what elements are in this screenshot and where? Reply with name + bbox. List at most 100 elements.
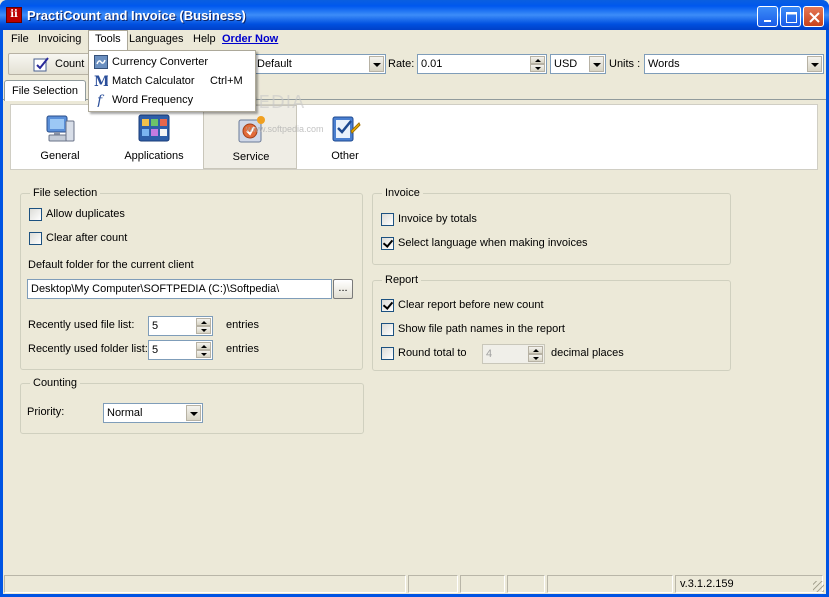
currency-select[interactable]: USD [550,54,606,74]
recent-folders-input[interactable]: 5 [148,340,213,360]
menu-tools[interactable]: Tools [88,30,128,50]
category-bar: General Applications Service Other [10,104,818,170]
show-path-checkbox[interactable] [381,323,394,336]
round-decimals-input[interactable]: 4 [482,344,545,364]
clear-report-label[interactable]: Clear report before new count [398,299,544,311]
category-applications[interactable]: Applications [107,105,201,169]
spin-down-icon[interactable] [530,64,545,72]
close-icon [809,12,820,23]
profile-select[interactable]: Default [253,54,386,74]
resize-grip-icon[interactable] [813,581,824,592]
default-folder-label: Default folder for the current client [28,259,194,271]
chevron-down-icon[interactable] [186,405,201,421]
category-other[interactable]: Other [298,105,392,169]
round-decimals-value: 4 [486,348,493,360]
status-cell [408,575,458,593]
tab-file-selection[interactable]: File Selection [4,80,87,101]
count-checkbook-icon [33,57,49,72]
menu-invoicing[interactable]: Invoicing [32,30,87,50]
chevron-down-icon[interactable] [369,56,384,72]
rate-input[interactable]: 0.01 [417,54,547,74]
app-icon[interactable]: ii [6,7,22,23]
spin-down-icon[interactable] [196,350,211,358]
recent-files-entries-label: entries [226,319,260,331]
file-selection-title: File selection [30,187,101,199]
recent-folders-spinner[interactable] [196,342,211,358]
minimize-icon [764,20,771,22]
category-label: General [40,150,80,162]
recent-files-label: Recently used file list: [28,319,135,331]
applications-icon [138,114,170,142]
currency-converter-icon [94,55,108,69]
menu-item-currency-converter[interactable]: Currency Converter [90,53,254,72]
count-label: Count [55,58,85,70]
status-version-cell: v.3.1.2.159 [675,575,823,593]
menu-item-label: Word Frequency [112,94,194,106]
units-select[interactable]: Words [644,54,824,74]
chevron-down-icon[interactable] [807,56,822,72]
menu-item-word-frequency[interactable]: f Word Frequency [90,91,254,110]
decimal-places-label: decimal places [551,347,624,359]
minimize-button[interactable] [757,6,778,27]
window-title: PractiCount and Invoice (Business) [27,8,246,23]
recent-files-input[interactable]: 5 [148,316,213,336]
allow-duplicates-checkbox[interactable] [29,208,42,221]
clear-report-checkbox[interactable] [381,299,394,312]
recent-files-spinner[interactable] [196,318,211,334]
units-value: Words [648,58,680,70]
menu-item-match-calculator[interactable]: M Match Calculator Ctrl+M [90,72,254,91]
clear-after-count-checkbox[interactable] [29,232,42,245]
clear-after-count-label[interactable]: Clear after count [46,232,127,244]
order-now-link[interactable]: Order Now [216,30,284,50]
status-bar: v.3.1.2.159 [3,575,826,594]
rate-spinner[interactable] [530,56,545,72]
round-decimals-spinner[interactable] [528,346,543,362]
menu-item-label: Match Calculator [112,75,195,87]
default-folder-input[interactable]: Desktop\My Computer\SOFTPEDIA (C:)\Softp… [27,279,332,299]
profile-value: Default [257,58,292,70]
version-label: v.3.1.2.159 [680,578,734,590]
spin-up-icon[interactable] [196,342,211,350]
close-button[interactable] [803,6,824,27]
computer-icon [46,115,75,142]
maximize-button[interactable] [780,6,801,27]
menu-item-shortcut: Ctrl+M [210,75,243,87]
recent-folders-entries-label: entries [226,343,260,355]
round-total-label[interactable]: Round total to [398,347,467,359]
report-title: Report [382,274,422,286]
counting-title: Counting [30,377,81,389]
tools-dropdown-menu: Currency Converter M Match Calculator Ct… [88,50,256,112]
category-label: Other [331,150,359,162]
count-button[interactable]: Count [8,53,92,75]
allow-duplicates-label[interactable]: Allow duplicates [46,208,125,220]
currency-value: USD [554,58,578,70]
priority-value: Normal [107,407,143,419]
recent-folders-label: Recently used folder list: [28,343,148,355]
maximize-icon [786,12,797,23]
category-label: Applications [124,150,184,162]
category-general[interactable]: General [13,105,107,169]
spin-up-icon[interactable] [530,56,545,64]
select-language-checkbox[interactable] [381,237,394,250]
category-service[interactable]: Service [203,105,297,169]
invoice-title: Invoice [382,187,423,199]
priority-label: Priority: [27,406,65,418]
spin-up-icon[interactable] [528,346,543,354]
title-bar[interactable]: ii PractiCount and Invoice (Business) [0,0,829,30]
select-language-label[interactable]: Select language when making invoices [398,237,588,249]
spin-up-icon[interactable] [196,318,211,326]
browse-folder-button[interactable]: ... [333,279,353,299]
menu-languages[interactable]: Languages [123,30,189,50]
spin-down-icon[interactable] [196,326,211,334]
show-path-label[interactable]: Show file path names in the report [398,323,565,335]
invoice-by-totals-label[interactable]: Invoice by totals [398,213,477,225]
invoice-by-totals-checkbox[interactable] [381,213,394,226]
priority-select[interactable]: Normal [103,403,203,423]
m-letter-icon: M [94,74,108,88]
spin-down-icon[interactable] [528,354,543,362]
chevron-down-icon[interactable] [589,56,604,72]
round-total-checkbox[interactable] [381,347,394,360]
recent-files-value: 5 [152,320,159,332]
menu-item-label: Currency Converter [112,56,208,68]
menu-file[interactable]: File [5,30,35,50]
